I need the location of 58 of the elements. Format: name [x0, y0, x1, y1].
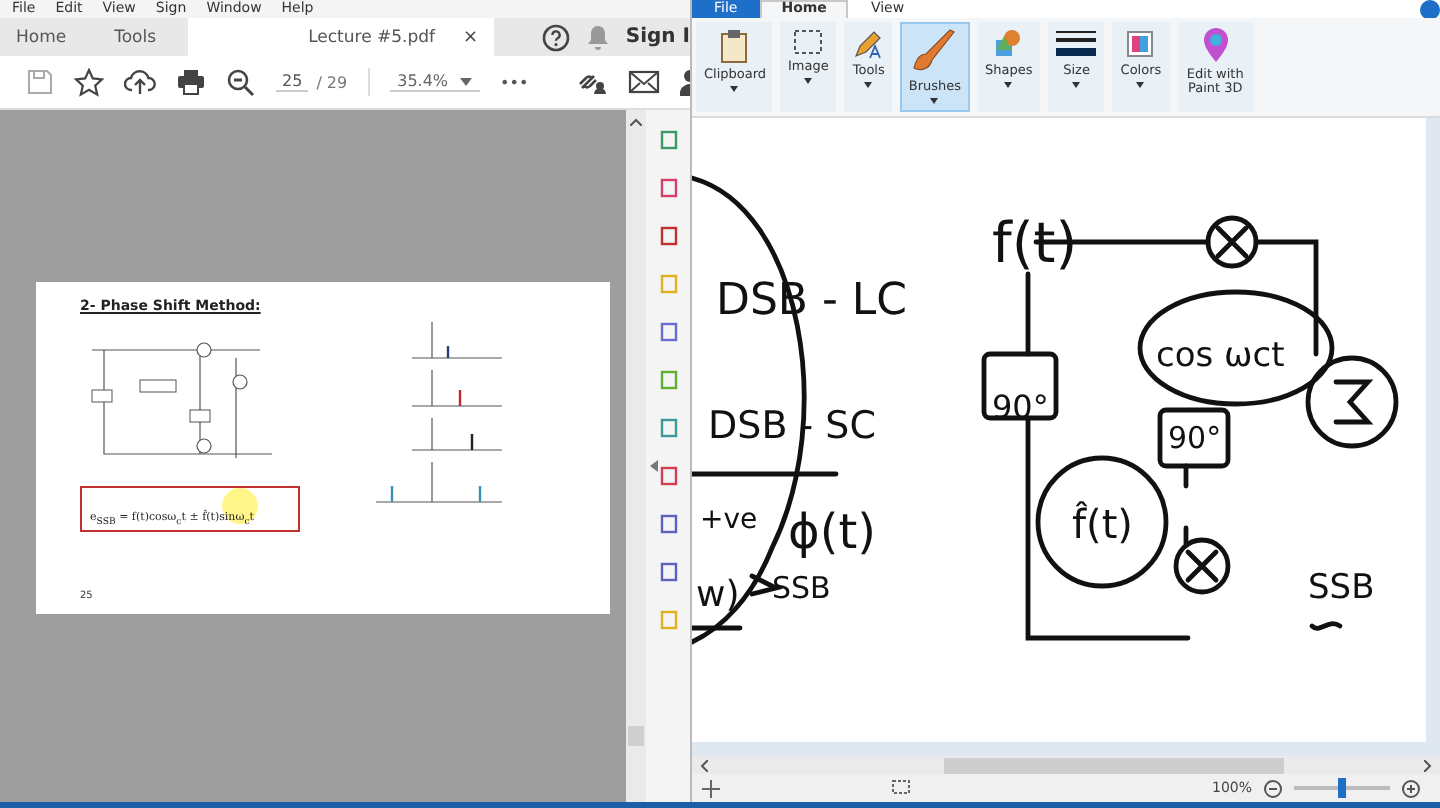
clipboard-icon	[718, 28, 750, 64]
zoom-in-icon[interactable]	[1402, 779, 1420, 797]
zoom-dropdown[interactable]: 35.4%	[389, 72, 481, 92]
drawing-canvas[interactable]	[692, 118, 1426, 742]
handwritten-label: ϕ(t)	[788, 504, 876, 560]
tab[interactable]: Home	[0, 18, 83, 56]
handwritten-label: cos ωct	[1156, 336, 1285, 376]
tab[interactable]: Tools	[98, 18, 173, 56]
handwritten-label: f̂(t)	[1072, 500, 1133, 548]
tool-icon[interactable]	[659, 418, 677, 438]
zoom-out-icon[interactable]	[226, 67, 256, 97]
tool-icon[interactable]	[659, 178, 677, 198]
line-size-icon	[1056, 28, 1097, 60]
tool-icon[interactable]	[659, 322, 677, 342]
tool-icon[interactable]	[659, 562, 677, 582]
handwritten-label: w)	[696, 574, 740, 616]
move-icon	[702, 779, 720, 797]
tool-icon[interactable]	[659, 226, 677, 246]
print-icon[interactable]	[176, 68, 206, 96]
cloud-upload-icon[interactable]	[124, 68, 156, 96]
pencil-icon	[852, 28, 885, 60]
star-icon[interactable]	[74, 67, 104, 97]
more-tools-button[interactable]: •••	[500, 73, 529, 91]
selection-size-icon	[892, 780, 912, 796]
close-tab-button[interactable]: ×	[463, 27, 479, 47]
horizontal-scrollbar[interactable]	[692, 756, 1440, 774]
tool-icon[interactable]	[659, 130, 677, 150]
vertical-scrollbar[interactable]	[626, 110, 646, 802]
handwritten-label: f(t)	[992, 210, 1078, 276]
mail-icon[interactable]	[628, 70, 660, 94]
page-number-field[interactable]: 25	[276, 72, 309, 92]
paint-3d-icon	[1199, 28, 1232, 64]
page-count: / 29	[316, 73, 348, 91]
tool-icon[interactable]	[659, 514, 677, 534]
slider-thumb[interactable]	[1338, 778, 1346, 798]
tab-label: Home	[16, 27, 67, 47]
tab[interactable]: Lecture #5.pdf ×	[188, 18, 495, 56]
handwritten-label: SSB	[772, 570, 831, 606]
selection-icon	[792, 28, 825, 56]
sign-in-link[interactable]: Sign I	[625, 26, 690, 48]
tool-icon[interactable]	[659, 370, 677, 390]
shapes-icon	[992, 28, 1025, 60]
scroll-up-icon[interactable]	[630, 118, 642, 126]
palette-icon	[1124, 28, 1157, 60]
person-icon[interactable]	[680, 68, 690, 96]
tool-icon[interactable]	[659, 466, 677, 486]
caret-icon	[460, 77, 473, 85]
scrollbar-thumb[interactable]	[944, 757, 1284, 773]
collapse-arrow-icon[interactable]	[650, 460, 658, 472]
scroll-left-icon[interactable]	[700, 759, 708, 771]
handwritten-label: +ve	[700, 504, 758, 536]
tab-label: Tools	[114, 27, 157, 47]
scroll-right-icon[interactable]	[1424, 759, 1432, 771]
handwritten-label: 90°	[1168, 420, 1222, 456]
handwritten-label: SSB	[1308, 568, 1375, 608]
scrollbar-thumb[interactable]	[628, 726, 644, 746]
tab-label: Lecture #5.pdf	[308, 27, 436, 47]
zoom-out-icon[interactable]	[1264, 779, 1282, 797]
